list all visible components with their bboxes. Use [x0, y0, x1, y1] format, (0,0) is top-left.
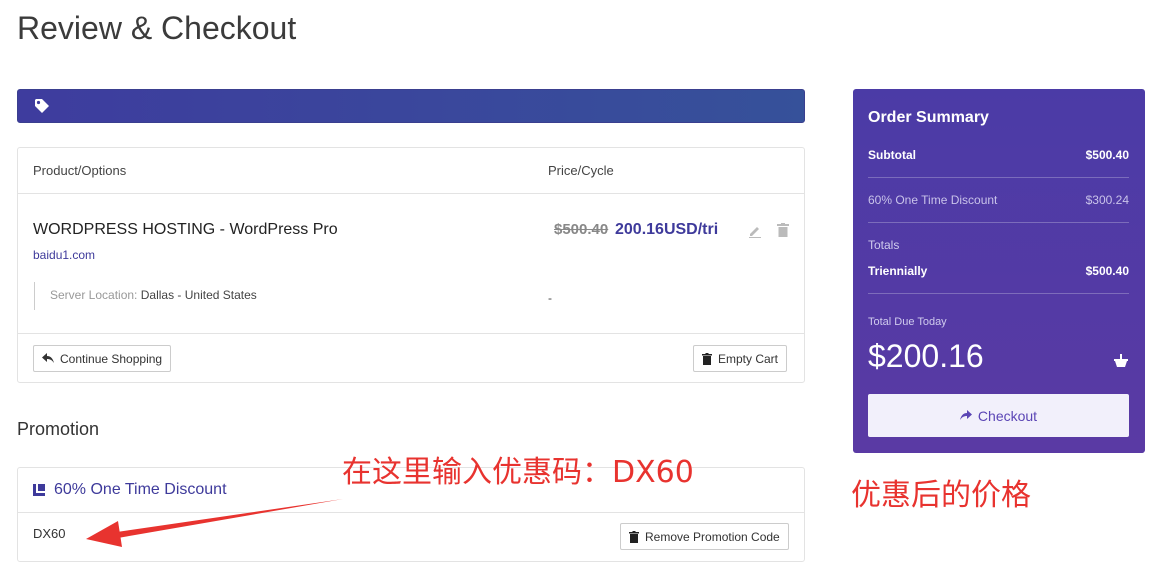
- cycle-label: Triennially: [868, 264, 928, 278]
- trash-icon: [629, 530, 639, 543]
- column-product: Product/Options: [33, 163, 127, 178]
- discounted-price: 200.16USD/tri: [615, 221, 719, 238]
- option-label: Server Location:: [50, 288, 138, 302]
- cart-footer: Continue Shopping Empty Cart: [18, 334, 804, 382]
- tag-icon: [35, 99, 49, 113]
- discount-label: 60% One Time Discount: [868, 193, 998, 207]
- trash-icon: [702, 352, 712, 365]
- product-name: WORDPRESS HOSTING - WordPress Pro: [33, 221, 338, 238]
- total-due-label: Total Due Today: [868, 316, 947, 328]
- share-icon: [959, 410, 972, 420]
- original-price: $500.40: [554, 221, 609, 238]
- annotation-arrow: [86, 499, 343, 547]
- promo-code: DX60: [33, 526, 66, 541]
- price-annotation: 优惠后的价格: [851, 478, 1031, 513]
- discount-row: 60% One Time Discount $300.24: [868, 193, 1129, 207]
- page-title: Review & Checkout: [17, 10, 297, 46]
- empty-cart-button[interactable]: Empty Cart: [693, 345, 788, 372]
- checkout-button[interactable]: Checkout: [868, 394, 1129, 437]
- empty-cart-label: Empty Cart: [718, 351, 779, 366]
- cart-header: Product/Options Price/Cycle: [18, 148, 804, 194]
- promotion-heading: Promotion: [17, 419, 100, 439]
- promo-code-annotation: 在这里输入优惠码：DX60: [342, 455, 694, 490]
- basket-icon: [1114, 354, 1128, 367]
- subtotal-row: Subtotal $500.40: [868, 148, 1129, 162]
- product-domain: baidu1.com: [33, 248, 96, 262]
- remove-promotion-button[interactable]: Remove Promotion Code: [620, 523, 789, 550]
- divider: [868, 222, 1129, 223]
- edit-icon[interactable]: [748, 224, 762, 238]
- checkout-label: Checkout: [977, 407, 1038, 424]
- continue-shopping-label: Continue Shopping: [60, 351, 163, 366]
- column-price: Price/Cycle: [548, 163, 614, 178]
- remove-promotion-label: Remove Promotion Code: [645, 529, 780, 544]
- continue-shopping-button[interactable]: Continue Shopping: [33, 345, 172, 372]
- total-due-value: $200.16: [868, 338, 984, 374]
- option-price: -: [548, 291, 552, 305]
- order-summary: Order Summary Subtotal $500.40 60% One T…: [853, 89, 1145, 453]
- reply-icon: [42, 353, 54, 363]
- option-value: Dallas - United States: [140, 288, 257, 302]
- subtotal-label: Subtotal: [868, 148, 916, 162]
- ticket-icon: [33, 484, 45, 496]
- cart-item: WORDPRESS HOSTING - WordPress Pro baidu1…: [18, 194, 804, 334]
- divider: [868, 293, 1129, 294]
- subtotal-value: $500.40: [1085, 148, 1129, 162]
- order-summary-heading: Order Summary: [868, 109, 989, 126]
- divider: [868, 177, 1129, 178]
- cart-table: Product/Options Price/Cycle WORDPRESS HO…: [17, 147, 805, 383]
- checkout-page: Review & Checkout Product/Options Price/…: [0, 0, 1165, 583]
- product-option: Server Location: Dallas - United States: [34, 282, 257, 310]
- discount-value: $300.24: [1085, 193, 1129, 207]
- promo-banner: [17, 89, 805, 123]
- totals-label: Totals: [868, 238, 900, 252]
- trash-icon[interactable]: [777, 223, 789, 237]
- cycle-value: $500.40: [1085, 264, 1129, 278]
- triennial-row: Triennially $500.40: [868, 264, 1129, 278]
